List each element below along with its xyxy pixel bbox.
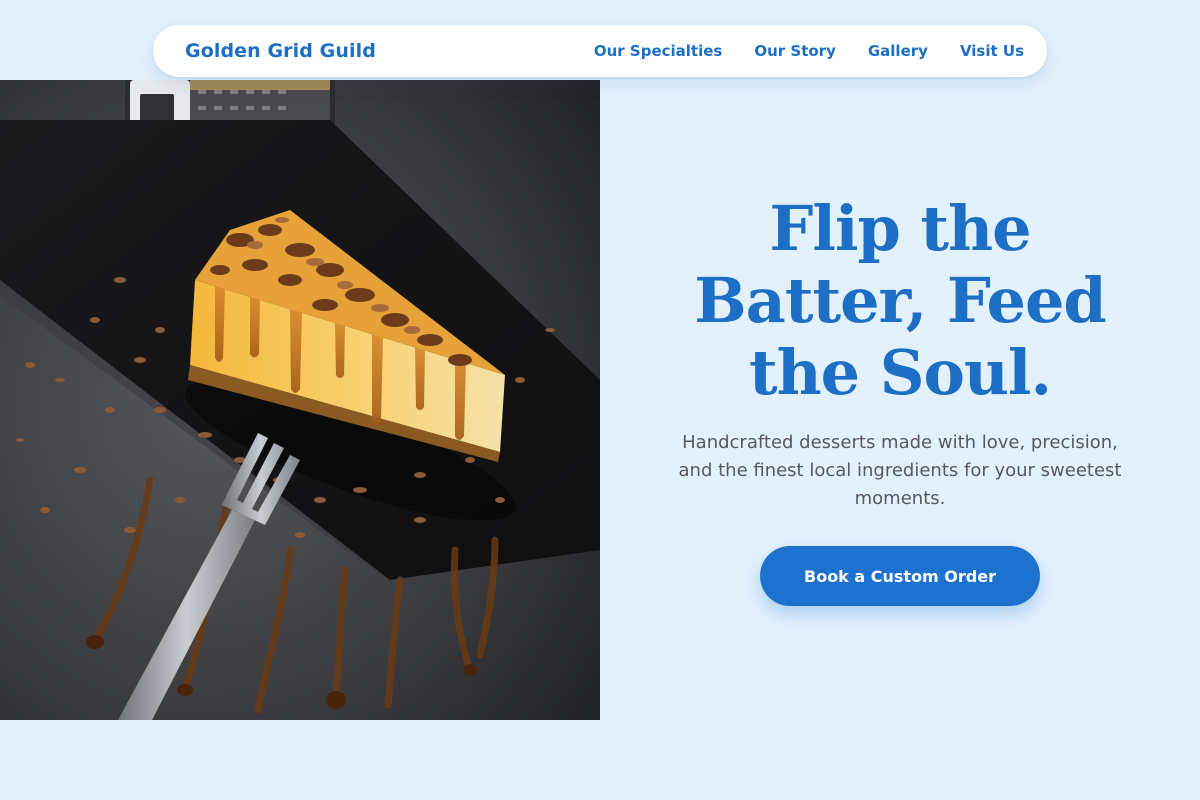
top-navigation: Golden Grid Guild Our Specialties Our St…	[153, 25, 1047, 77]
nav-link-visit-us[interactable]: Visit Us	[960, 42, 1024, 60]
book-custom-order-button[interactable]: Book a Custom Order	[760, 546, 1040, 606]
nav-link-gallery[interactable]: Gallery	[868, 42, 928, 60]
hero-headline: Flip the Batter, Feed the Soul.	[694, 192, 1107, 409]
cheesecake-illustration	[0, 80, 600, 720]
hero-content: Flip the Batter, Feed the Soul. Handcraf…	[600, 80, 1200, 720]
brand-logo[interactable]: Golden Grid Guild	[185, 40, 376, 62]
nav-link-our-story[interactable]: Our Story	[754, 42, 836, 60]
nav-link-our-specialties[interactable]: Our Specialties	[594, 42, 722, 60]
hero-subtext: Handcrafted desserts made with love, pre…	[678, 432, 1122, 509]
nav-links: Our Specialties Our Story Gallery Visit …	[594, 42, 1024, 60]
hero-image	[0, 80, 600, 720]
